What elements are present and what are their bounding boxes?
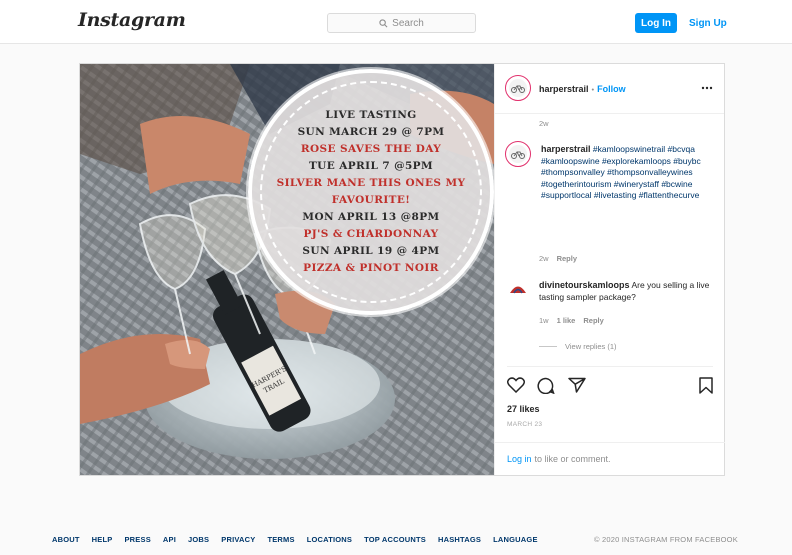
heart-icon[interactable]: [507, 377, 525, 393]
search-icon: [379, 18, 388, 27]
bicycle-logo-icon: [511, 85, 525, 93]
search-placeholder: Search: [392, 17, 424, 29]
bicycle-logo-icon: [511, 151, 525, 159]
footer-link-privacy[interactable]: PRIVACY: [221, 535, 255, 544]
tasting-line: SILVER MANE THIS ONES MY: [276, 177, 466, 189]
tasting-line: LIVE TASTING: [325, 109, 417, 121]
post-sidebar: harperstrail • Follow 2w harperstrail #k…: [494, 64, 725, 475]
separator-dot: •: [591, 84, 595, 94]
share-icon[interactable]: [568, 377, 586, 393]
comment-prompt-text: to like or comment.: [534, 454, 611, 464]
author-username[interactable]: harperstrail: [539, 84, 589, 94]
caption-author[interactable]: harperstrail: [541, 144, 591, 154]
replies-divider: [539, 346, 557, 347]
tasting-line: ROSE SAVES THE DAY: [300, 143, 442, 155]
post-date: MARCH 23: [507, 421, 543, 428]
tasting-line: TUE APRIL 7 @5PM: [308, 160, 434, 172]
comment-icon[interactable]: [537, 377, 555, 394]
search-input[interactable]: Search: [327, 13, 476, 33]
post-actions: [507, 366, 713, 396]
footer-link-press[interactable]: PRESS: [124, 535, 150, 544]
footer-link-jobs[interactable]: JOBS: [188, 535, 209, 544]
post-photo[interactable]: HARPER'S TRAIL LIVE TASTING SUN MARCH 29 …: [80, 64, 494, 475]
footer-link-help[interactable]: HELP: [92, 535, 113, 544]
footer-link-terms[interactable]: TERMS: [267, 535, 294, 544]
post-caption: harperstrail #kamloopswinetrail #bcvqa #…: [541, 144, 713, 202]
footer-link-top-accounts[interactable]: TOP ACCOUNTS: [364, 535, 426, 544]
comment: divinetourskamloops Are you selling a li…: [539, 280, 715, 303]
commenter-avatar-icon[interactable]: [509, 282, 527, 294]
copyright: © 2020 INSTAGRAM FROM FACEBOOK: [594, 535, 738, 544]
footer-link-locations[interactable]: LOCATIONS: [307, 535, 352, 544]
live-tasting-badge: LIVE TASTING SUN MARCH 29 @ 7PM ROSE SAVES…: [248, 69, 494, 315]
tasting-schedule: LIVE TASTING SUN MARCH 29 @ 7PM ROSE SAVES…: [260, 81, 482, 303]
caption-time: 2w: [539, 254, 549, 263]
tasting-line: MON APRIL 13 @8PM: [302, 211, 440, 223]
tasting-line: SUN MARCH 29 @ 7PM: [297, 126, 445, 138]
follow-button[interactable]: Follow: [597, 84, 626, 94]
tasting-line: PIZZA & PINOT NOIR: [303, 262, 439, 274]
comment-likes[interactable]: 1 like: [557, 316, 576, 325]
view-replies-label: View replies (1): [565, 342, 617, 351]
caption-reply-button[interactable]: Reply: [557, 254, 577, 263]
footer-link-api[interactable]: API: [163, 535, 176, 544]
tasting-line: PJ'S & CHARDONNAY: [303, 228, 439, 240]
view-replies-button[interactable]: View replies (1): [539, 342, 617, 351]
signup-link[interactable]: Sign Up: [689, 13, 727, 33]
more-horizontal-icon[interactable]: [701, 86, 713, 90]
comment-author[interactable]: divinetourskamloops: [539, 280, 630, 290]
instagram-logo[interactable]: Instagram: [78, 9, 186, 31]
comment-reply-button[interactable]: Reply: [583, 316, 603, 325]
likes-count[interactable]: 27 likes: [507, 404, 540, 414]
login-button[interactable]: Log In: [635, 13, 677, 33]
post-time: 2w: [539, 119, 549, 128]
top-navigation-bar: Instagram Search Log In Sign Up: [0, 0, 792, 44]
post-card: HARPER'S TRAIL LIVE TASTING SUN MARCH 29 …: [79, 63, 725, 476]
author-avatar[interactable]: [505, 75, 531, 101]
tasting-line: SUN APRIL 19 @ 4PM: [302, 245, 440, 257]
comment-login-link[interactable]: Log in: [507, 454, 532, 464]
tasting-line: FAVOURITE!: [331, 194, 411, 206]
comment-time: 1w: [539, 316, 549, 325]
footer-link-language[interactable]: LANGUAGE: [493, 535, 538, 544]
post-header: harperstrail • Follow: [495, 64, 724, 114]
footer-link-about[interactable]: ABOUT: [52, 535, 80, 544]
bookmark-icon[interactable]: [699, 377, 713, 394]
caption-author-avatar[interactable]: [505, 141, 531, 167]
footer-link-hashtags[interactable]: HASHTAGS: [438, 535, 481, 544]
comment-login-prompt: Log in to like or comment.: [495, 442, 725, 475]
